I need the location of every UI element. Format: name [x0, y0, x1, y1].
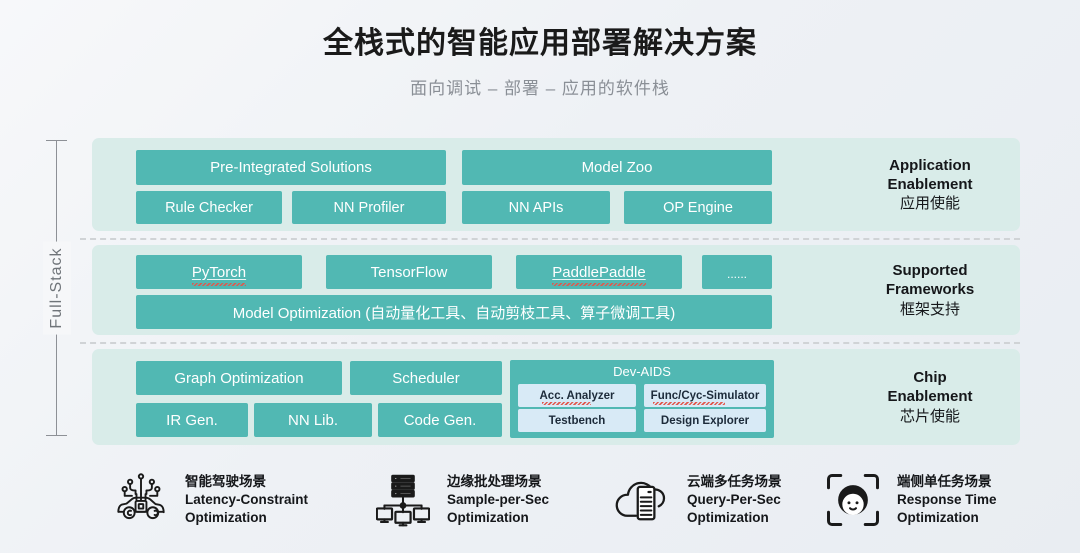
box-nn-apis[interactable]: NN APIs	[462, 191, 610, 224]
cloud-server-icon	[612, 469, 674, 531]
face-scan-icon	[822, 469, 884, 531]
scenario-3-en1: Response Time	[897, 492, 997, 508]
scenario-device-singletask-text: 端侧单任务场景 Response Time Optimization	[897, 473, 997, 527]
full-stack-label: Full-Stack	[43, 241, 71, 335]
tier-label-chip-en2: Enablement	[887, 388, 973, 406]
group-dev-aids: Dev-AIDS Acc. Analyzer Func/Cyc-Simulato…	[510, 360, 774, 438]
server-network-icon	[372, 469, 434, 531]
tier-label-application: Application Enablement 应用使能	[846, 138, 1014, 231]
tier-application-enablement: Pre-Integrated Solutions Model Zoo Rule …	[92, 138, 1020, 231]
scenario-cloud-multitask: 云端多任务场景 Query-Per-Sec Optimization	[612, 469, 822, 531]
subbox-testbench[interactable]: Testbench	[518, 409, 636, 432]
tier-chip-enablement: Graph Optimization Scheduler IR Gen. NN …	[92, 349, 1020, 445]
scenario-0-en2: Optimization	[185, 509, 267, 525]
box-model-optimization[interactable]: Model Optimization (自动量化工具、自动剪枝工具、算子微调工具…	[136, 295, 772, 329]
scenario-3-en2: Optimization	[897, 509, 979, 525]
tier-label-application-en2: Enablement	[887, 175, 973, 193]
tier-label-frameworks-en1: Supported	[892, 262, 968, 280]
scenario-edge-batch: 边缘批处理场景 Sample-per-Sec Optimization	[362, 469, 612, 531]
box-code-gen[interactable]: Code Gen.	[378, 403, 502, 437]
scenario-2-en1: Query-Per-Sec	[687, 492, 781, 508]
box-scheduler[interactable]: Scheduler	[350, 361, 502, 395]
box-pytorch[interactable]: PyTorch	[136, 255, 302, 289]
box-pytorch-label: PyTorch	[191, 263, 247, 286]
tier-label-application-en1: Application	[889, 156, 971, 174]
tier-label-application-cn: 应用使能	[899, 195, 960, 213]
tier-label-chip-cn: 芯片使能	[899, 407, 960, 425]
box-ir-gen[interactable]: IR Gen.	[136, 403, 248, 437]
box-tensorflow[interactable]: TensorFlow	[326, 255, 492, 289]
scenario-1-en1: Sample-per-Sec	[447, 492, 550, 508]
scenario-smart-driving-text: 智能驾驶场景 Latency-Constraint Optimization	[185, 473, 308, 527]
tier-label-frameworks-cn: 框架支持	[899, 300, 960, 318]
box-ellipsis[interactable]: ......	[702, 255, 772, 289]
box-op-engine[interactable]: OP Engine	[624, 191, 772, 224]
box-pre-integrated-solutions[interactable]: Pre-Integrated Solutions	[136, 150, 446, 185]
box-nn-profiler[interactable]: NN Profiler	[292, 191, 446, 224]
box-paddlepaddle-label: PaddlePaddle	[552, 263, 647, 286]
subbox-func-cyc-simulator[interactable]: Func/Cyc-Simulator	[644, 384, 766, 407]
scenario-edge-batch-text: 边缘批处理场景 Sample-per-Sec Optimization	[447, 473, 549, 527]
scenario-cloud-multitask-text: 云端多任务场景 Query-Per-Sec Optimization	[687, 473, 782, 527]
group-dev-aids-title: Dev-AIDS	[613, 364, 671, 379]
subbox-design-explorer[interactable]: Design Explorer	[644, 409, 766, 432]
scenario-device-singletask: 端侧单任务场景 Response Time Optimization	[822, 469, 1022, 531]
box-nn-lib[interactable]: NN Lib.	[254, 403, 372, 437]
subbox-acc-analyzer-label: Acc. Analyzer	[539, 389, 615, 405]
tier-label-chip-en1: Chip	[913, 369, 947, 387]
subbox-func-cyc-simulator-label: Func/Cyc-Simulator	[650, 389, 760, 405]
slide-root: 全栈式的智能应用部署解决方案 面向调试 – 部署 – 应用的软件栈 Full-S…	[0, 0, 1080, 553]
scenario-1-en2: Optimization	[447, 509, 529, 525]
scenario-0-cn: 智能驾驶场景	[185, 474, 266, 490]
scenario-2-cn: 云端多任务场景	[687, 474, 782, 490]
subbox-acc-analyzer[interactable]: Acc. Analyzer	[518, 384, 636, 407]
box-graph-optimization[interactable]: Graph Optimization	[136, 361, 342, 395]
smart-car-chip-icon	[110, 469, 172, 531]
box-rule-checker[interactable]: Rule Checker	[136, 191, 282, 224]
tier-divider-lower	[80, 342, 1020, 344]
tier-label-frameworks: Supported Frameworks 框架支持	[846, 245, 1014, 335]
full-stack-bracket: Full-Stack	[43, 140, 71, 436]
scenario-row: 智能驾驶场景 Latency-Constraint Optimization 边…	[92, 455, 1022, 545]
scenario-0-en1: Latency-Constraint	[185, 492, 309, 508]
scenario-2-en2: Optimization	[687, 509, 769, 525]
scenario-3-cn: 端侧单任务场景	[897, 474, 992, 490]
page-title: 全栈式的智能应用部署解决方案	[323, 27, 757, 60]
tier-label-chip: Chip Enablement 芯片使能	[846, 349, 1014, 445]
scenario-smart-driving: 智能驾驶场景 Latency-Constraint Optimization	[92, 469, 362, 531]
bracket-cap-bottom	[46, 435, 67, 436]
tier-label-frameworks-en2: Frameworks	[885, 281, 975, 299]
tier-divider-upper	[80, 238, 1020, 240]
tier-supported-frameworks: PyTorch TensorFlow PaddlePaddle ...... M…	[92, 245, 1020, 335]
scenario-1-cn: 边缘批处理场景	[447, 474, 542, 490]
page-subtitle: 面向调试 – 部署 – 应用的软件栈	[410, 79, 670, 98]
box-model-zoo[interactable]: Model Zoo	[462, 150, 772, 185]
box-paddlepaddle[interactable]: PaddlePaddle	[516, 255, 682, 289]
